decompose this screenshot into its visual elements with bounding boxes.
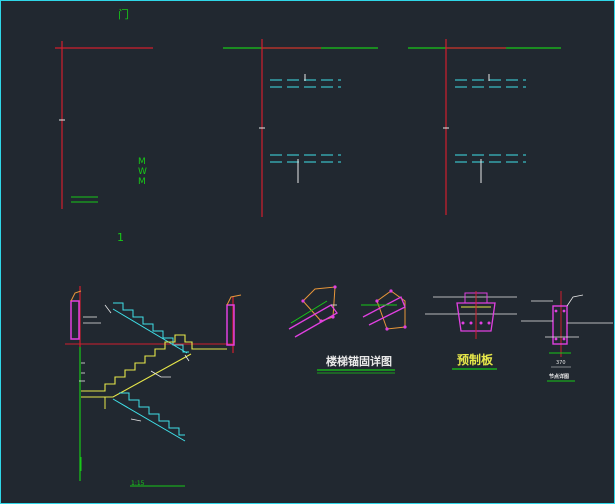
section-detail: 370 节点详图 <box>521 291 613 382</box>
precast-slab-caption: 预制板 <box>457 352 494 367</box>
plan-view-middle <box>223 39 378 217</box>
precast-slab-detail <box>425 291 517 339</box>
stair-section: 1:15 <box>65 286 242 487</box>
vertical-mark-c: M <box>138 177 146 187</box>
cad-drawing: 门 M W M 1 1:15 楼梯锚固详图 预制板 370 节点详图 <box>55 7 613 487</box>
vertical-mark-a: M <box>138 157 146 167</box>
section-caption: 节点详图 <box>549 373 569 380</box>
anchor-detail-a <box>288 285 338 338</box>
mid-mark-label: 1 <box>117 231 124 244</box>
top-mark-label: 门 <box>118 7 129 21</box>
anchor-detail-caption: 楼梯锚固详图 <box>326 354 392 368</box>
section-dim-text: 370 <box>556 360 566 366</box>
plan-view-left: 门 M W M 1 <box>55 7 153 244</box>
plan-view-right <box>408 39 561 215</box>
cad-viewport[interactable]: 门 M W M 1 1:15 楼梯锚固详图 预制板 370 节点详图 <box>0 0 615 504</box>
anchor-detail-b <box>361 289 407 331</box>
vertical-mark-b: W <box>138 167 147 177</box>
